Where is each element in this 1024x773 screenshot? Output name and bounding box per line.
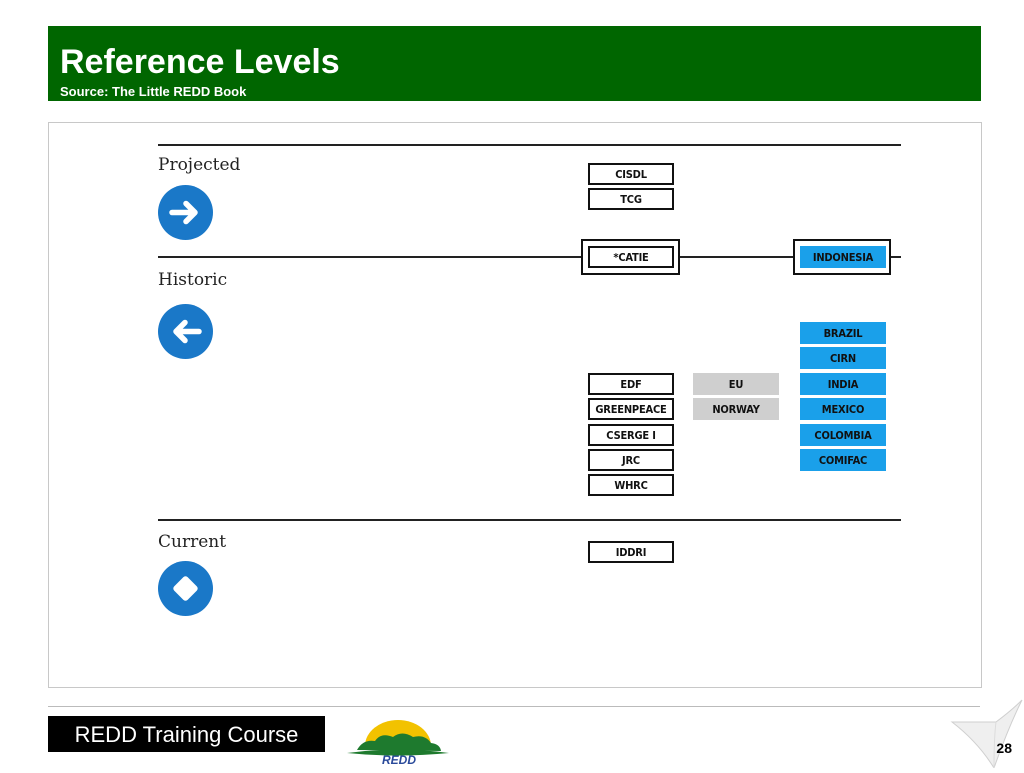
redd-logo: REDD <box>345 720 450 768</box>
box-mexico: MEXICO <box>800 398 886 420</box>
box-catie: *CATIE <box>588 246 674 268</box>
box-jrc: JRC <box>588 449 674 471</box>
arrow-left-icon <box>158 304 213 359</box>
logo-text: REDD <box>382 753 416 767</box>
footer-divider <box>48 706 980 707</box>
arrow-right-icon <box>158 185 213 240</box>
diamond-icon <box>158 561 213 616</box>
page-curl-icon <box>950 699 1023 768</box>
projected-rule <box>158 144 901 146</box>
box-colombia: COLOMBIA <box>800 424 886 446</box>
box-cirn: CIRN <box>800 347 886 369</box>
section-label-historic: Historic <box>158 270 228 290</box>
current-rule <box>158 519 901 521</box>
box-whrc: WHRC <box>588 474 674 496</box>
box-iddri: IDDRI <box>588 541 674 563</box>
box-cisdl: CISDL <box>588 163 674 185</box>
box-indonesia: INDONESIA <box>800 246 886 268</box>
course-label: REDD Training Course <box>48 716 325 752</box>
box-eu: EU <box>693 373 779 395</box>
slide-subtitle: Source: The Little REDD Book <box>60 84 247 99</box>
box-comifac: COMIFAC <box>800 449 886 471</box>
box-india: INDIA <box>800 373 886 395</box>
box-brazil: BRAZIL <box>800 322 886 344</box>
slide-header: Reference Levels Source: The Little REDD… <box>48 26 981 101</box>
box-greenpeace: GREENPEACE <box>588 398 674 420</box>
box-cserge: CSERGE I <box>588 424 674 446</box>
section-label-projected: Projected <box>158 155 241 175</box>
box-edf: EDF <box>588 373 674 395</box>
historic-rule <box>158 256 901 258</box>
section-label-current: Current <box>158 532 227 552</box>
box-norway: NORWAY <box>693 398 779 420</box>
box-tcg: TCG <box>588 188 674 210</box>
page-number: 28 <box>996 740 1012 756</box>
slide-title: Reference Levels <box>60 43 340 81</box>
